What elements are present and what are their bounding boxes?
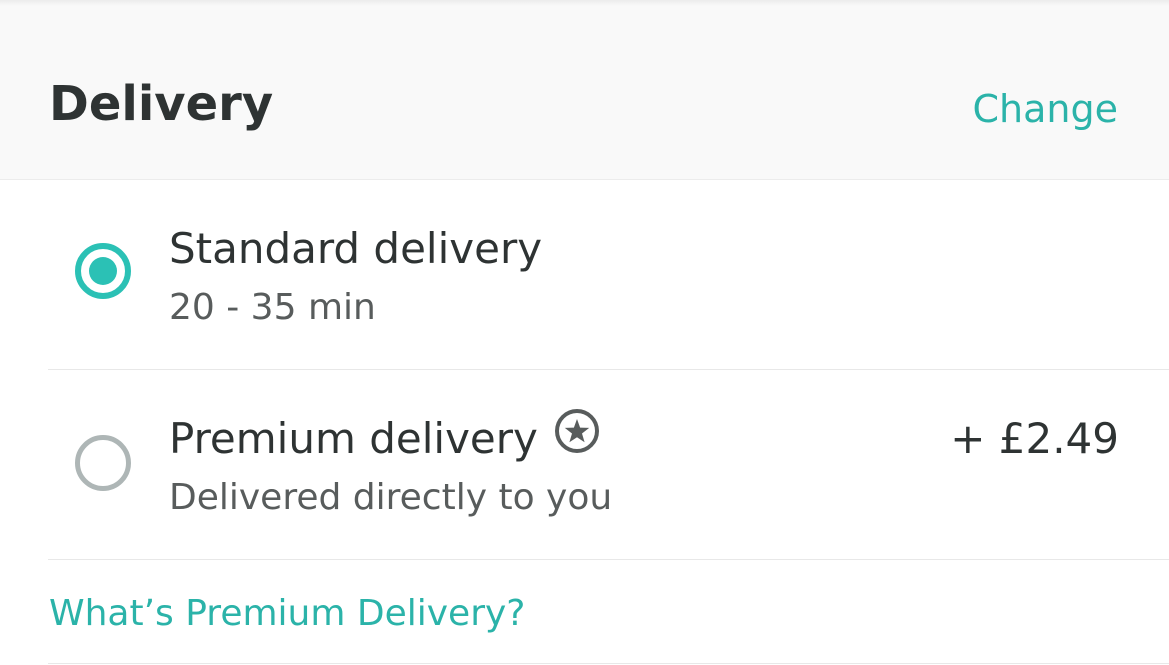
- premium-delivery-radio[interactable]: [75, 435, 131, 491]
- whats-premium-delivery-link[interactable]: What’s Premium Delivery?: [49, 588, 525, 640]
- header-shadow: [0, 0, 1169, 6]
- section-title: Delivery: [49, 76, 274, 132]
- standard-delivery-option[interactable]: Standard delivery 20 - 35 min: [48, 180, 1169, 370]
- premium-delivery-option[interactable]: Premium delivery Delivered directly to y…: [48, 370, 1169, 560]
- standard-delivery-radio[interactable]: [75, 243, 131, 299]
- change-link[interactable]: Change: [973, 82, 1119, 136]
- delivery-header: Delivery Change: [0, 0, 1169, 180]
- star-circle-icon: [554, 408, 600, 468]
- option-title: Premium delivery: [169, 414, 538, 463]
- option-title: Standard delivery: [169, 224, 543, 273]
- divider: [48, 663, 1169, 664]
- option-subtitle: Delivered directly to you: [169, 477, 613, 518]
- option-subtitle: 20 - 35 min: [169, 287, 376, 328]
- option-title-row: Premium delivery: [169, 408, 600, 468]
- premium-price: + £2.49: [950, 414, 1119, 463]
- radio-selected-dot: [89, 257, 117, 285]
